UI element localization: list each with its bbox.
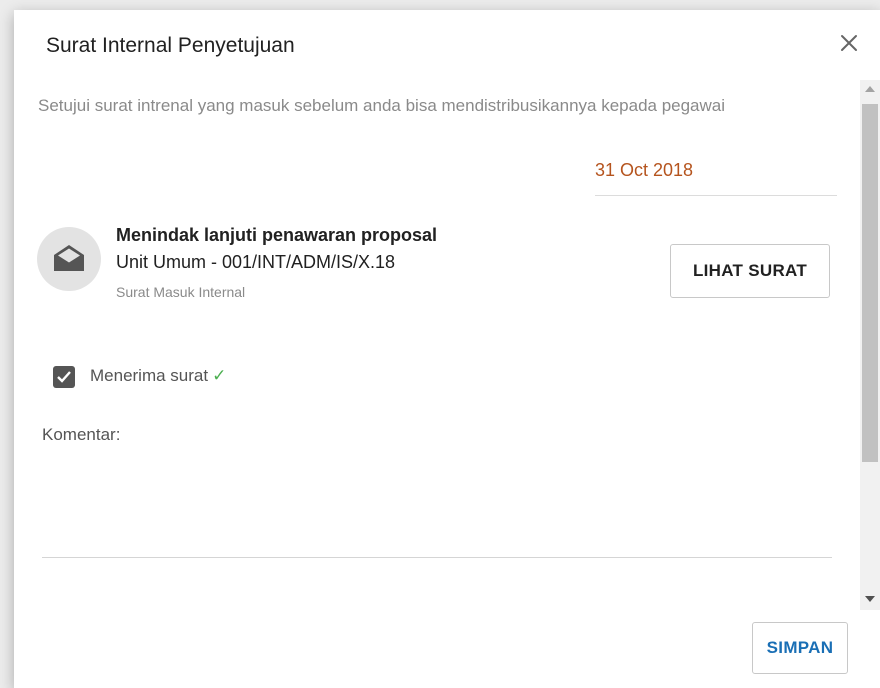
close-icon[interactable] [836, 30, 862, 56]
scroll-thumb[interactable] [862, 104, 878, 462]
comment-input[interactable] [42, 460, 832, 558]
letter-date: 31 Oct 2018 [595, 160, 694, 180]
accept-letter-label: Menerima surat ✓ [90, 366, 226, 386]
letter-title: Menindak lanjuti penawaran proposal [116, 225, 438, 245]
dialog-title: Surat Internal Penyetujuan [46, 34, 295, 57]
dialog-subtitle: Setujui surat intrenal yang masuk sebelu… [38, 96, 726, 115]
letter-type: Surat Masuk Internal [116, 284, 246, 300]
approval-dialog: Surat Internal Penyetujuan Setujui surat… [14, 10, 880, 688]
scroll-up-icon[interactable] [865, 86, 875, 92]
date-underline [595, 195, 837, 196]
check-icon [57, 371, 71, 383]
envelope-open-icon [54, 245, 84, 271]
letter-number: Unit Umum - 001/INT/ADM/IS/X.18 [116, 252, 396, 272]
accept-letter-text: Menerima surat [90, 366, 209, 385]
letter-avatar [37, 227, 101, 291]
comment-label: Komentar: [42, 425, 121, 444]
dialog-content: Setujui surat intrenal yang masuk sebelu… [14, 80, 860, 610]
content-scrollbar[interactable] [860, 80, 880, 610]
success-check-icon: ✓ [212, 366, 227, 385]
scroll-down-icon[interactable] [865, 596, 875, 602]
accept-letter-checkbox[interactable] [53, 366, 75, 388]
view-letter-button[interactable]: LIHAT SURAT [670, 244, 830, 298]
save-button[interactable]: SIMPAN [752, 622, 848, 674]
